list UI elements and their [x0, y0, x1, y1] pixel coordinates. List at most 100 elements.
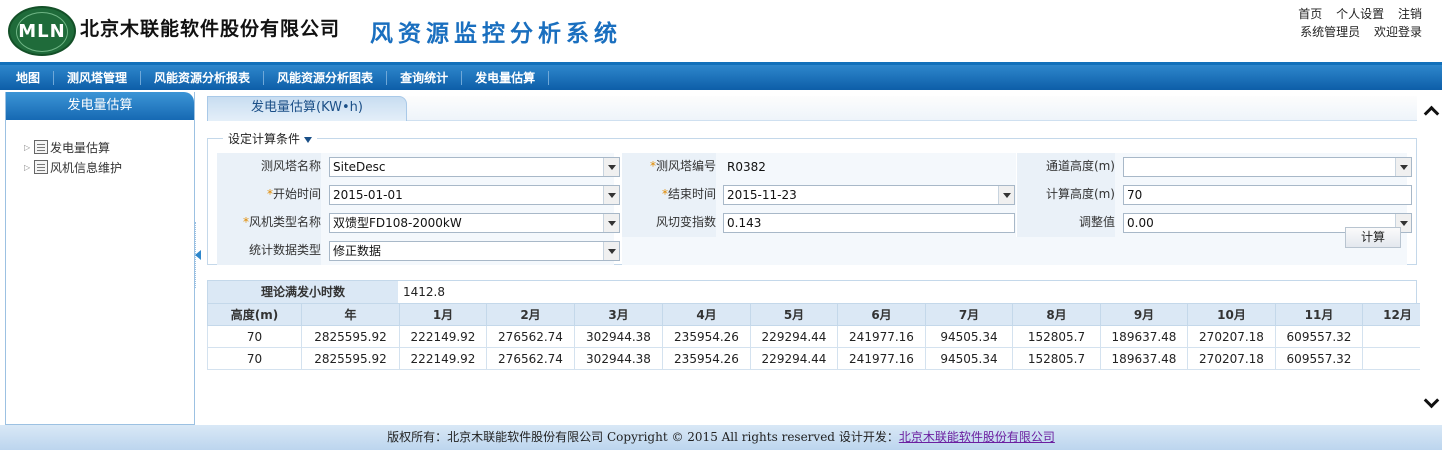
table-cell: 276562.74 [486, 325, 575, 348]
channel-height-select[interactable] [1123, 157, 1412, 177]
sidebar-title: 发电量估算 [6, 92, 194, 120]
form-row: *开始时间 2015-01-01 *结束时间 2015-11-23 计算高度(m… [217, 181, 1412, 209]
column-header: 6月 [837, 303, 926, 326]
table-cell: 70 [207, 325, 302, 348]
calc-conditions-legend[interactable]: 设定计算条件 [223, 130, 318, 147]
turbine-type-select[interactable]: 双馈型FD108-2000kW [329, 213, 620, 233]
chevron-down-icon[interactable] [603, 214, 619, 232]
column-header: 10月 [1187, 303, 1276, 326]
turbine-type-label: *风机类型名称 [217, 209, 321, 237]
tower-code-label: *测风塔编号 [622, 153, 716, 181]
nav-item-power-estimate[interactable]: 发电量估算 [462, 70, 550, 85]
company-name: 北京木联能软件股份有限公司 [80, 18, 341, 40]
nav-item-resource-chart[interactable]: 风能资源分析图表 [264, 70, 388, 85]
label-text: 风机类型名称 [248, 215, 321, 229]
calculate-button[interactable]: 计算 [1345, 227, 1401, 248]
form-row: 测风塔名称 SiteDesc *测风塔编号 R0382 通道高度(m) [217, 153, 1412, 181]
column-header: 年 [301, 303, 400, 326]
column-header: 2月 [486, 303, 575, 326]
table-cell: 70 [207, 347, 302, 370]
main-nav: 地图 测风塔管理 风能资源分析报表 风能资源分析图表 查询统计 发电量估算 [0, 62, 1442, 90]
full-load-hours-label: 理论满发小时数 [208, 281, 398, 303]
label-text: 统计数据类型 [248, 243, 321, 257]
table-cell: 241977.16 [837, 347, 926, 370]
table-header-row: 高度(m) 年 1月 2月 3月 4月 5月 6月 7月 8月 9月 10月 1… [207, 303, 1433, 326]
nav-item-map[interactable]: 地图 [0, 70, 55, 85]
stat-type-select[interactable]: 修正数据 [329, 241, 620, 261]
table-cell: 241977.16 [837, 325, 926, 348]
expand-arrow-icon[interactable]: ▷ [24, 143, 34, 152]
collapse-triangle-icon[interactable] [304, 136, 313, 143]
sidebar-tree: ▷ 发电量估算 ▷ 风机信息维护 [6, 120, 194, 177]
app-header: MLN 北京木联能软件股份有限公司 风资源监控分析系统 首页 个人设置 注销 系… [0, 0, 1442, 62]
column-header: 高度(m) [207, 303, 302, 326]
home-link[interactable]: 首页 [1298, 7, 1322, 21]
chevron-down-icon[interactable] [1395, 158, 1411, 176]
scroll-up-icon[interactable] [1425, 104, 1437, 116]
wind-shear-input[interactable]: 0.143 [723, 213, 1015, 233]
table-cell: 302944.38 [574, 325, 663, 348]
nav-item-tower-management[interactable]: 测风塔管理 [54, 70, 142, 85]
table-cell: 189637.48 [1100, 347, 1188, 370]
system-title: 风资源监控分析系统 [370, 20, 622, 47]
chevron-down-icon[interactable] [603, 186, 619, 204]
table-cell: 276562.74 [486, 347, 575, 370]
select-value: 双馈型FD108-2000kW [333, 216, 462, 230]
document-icon [34, 160, 48, 174]
select-value: 修正数据 [333, 244, 382, 258]
table-cell: 2825595.92 [301, 347, 400, 370]
footer-dev-link[interactable]: 北京木联能软件股份有限公司 [899, 430, 1055, 444]
tab-strip: 发电量估算(KW•h) [207, 96, 1417, 121]
sidebar: 发电量估算 ▷ 发电量估算 ▷ 风机信息维护 [5, 92, 195, 425]
calc-height-label: 计算高度(m) [1017, 181, 1115, 209]
footer-copyright: Copyright © 2015 All rights reserved [606, 430, 835, 444]
label-text: 开始时间 [272, 187, 321, 201]
adjust-label: 调整值 [1017, 209, 1115, 237]
chevron-down-icon[interactable] [603, 242, 619, 260]
tower-name-select[interactable]: SiteDesc [329, 157, 620, 177]
table-row[interactable]: 70 2825595.92 222149.92 276562.74 302944… [207, 325, 1433, 348]
table-cell: 94505.34 [925, 325, 1013, 348]
table-cell: 222149.92 [399, 325, 487, 348]
end-time-input[interactable]: 2015-11-23 [723, 185, 1015, 205]
personal-settings-link[interactable]: 个人设置 [1336, 7, 1384, 21]
channel-height-label: 通道高度(m) [1017, 153, 1115, 181]
top-links: 首页 个人设置 注销 系统管理员 欢迎登录 [1288, 5, 1422, 41]
column-header: 5月 [750, 303, 838, 326]
sidebar-item-turbine-info[interactable]: ▷ 风机信息维护 [24, 157, 194, 177]
chevron-down-icon[interactable] [998, 186, 1014, 204]
table-cell: 189637.48 [1100, 325, 1188, 348]
table-cell: 235954.26 [662, 347, 751, 370]
chevron-down-icon[interactable] [603, 158, 619, 176]
table-cell: 270207.18 [1187, 325, 1276, 348]
label-text: 风切变指数 [655, 215, 716, 229]
vertical-scrollbar[interactable] [1420, 92, 1442, 425]
main-panel: 发电量估算(KW•h) 设定计算条件 测风塔名称 SiteDesc *测风塔编号… [207, 92, 1433, 425]
sidebar-item-label: 发电量估算 [50, 140, 111, 155]
start-time-input[interactable]: 2015-01-01 [329, 185, 620, 205]
footer-owner: 版权所有：北京木联能软件股份有限公司 [387, 430, 604, 444]
logout-link[interactable]: 注销 [1398, 7, 1422, 21]
scroll-down-icon[interactable] [1425, 396, 1437, 408]
sidebar-item-power-estimate[interactable]: ▷ 发电量估算 [24, 137, 194, 157]
column-header: 8月 [1012, 303, 1101, 326]
logo-text: MLN [18, 21, 66, 42]
tab-power-estimate[interactable]: 发电量估算(KW•h) [207, 96, 407, 121]
sidebar-item-label: 风机信息维护 [50, 160, 123, 175]
calc-conditions-fieldset: 设定计算条件 测风塔名称 SiteDesc *测风塔编号 R0382 通道高度(… [207, 130, 1417, 265]
table-cell: 2825595.92 [301, 325, 400, 348]
table-row[interactable]: 70 2825595.92 222149.92 276562.74 302944… [207, 347, 1433, 370]
calc-height-input[interactable]: 70 [1123, 185, 1412, 205]
select-value: 0.00 [1127, 216, 1154, 230]
column-header: 11月 [1275, 303, 1363, 326]
expand-arrow-icon[interactable]: ▷ [24, 163, 34, 172]
collapse-arrow-icon[interactable] [195, 250, 201, 260]
power-estimate-table: 高度(m) 年 1月 2月 3月 4月 5月 6月 7月 8月 9月 10月 1… [207, 303, 1433, 370]
company-logo: MLN [8, 6, 76, 56]
document-icon [34, 140, 48, 154]
select-value: SiteDesc [333, 160, 386, 174]
nav-item-resource-report[interactable]: 风能资源分析报表 [141, 70, 265, 85]
user-role: 系统管理员 [1300, 25, 1361, 39]
nav-item-query-stats[interactable]: 查询统计 [387, 70, 463, 85]
table-cell: 302944.38 [574, 347, 663, 370]
